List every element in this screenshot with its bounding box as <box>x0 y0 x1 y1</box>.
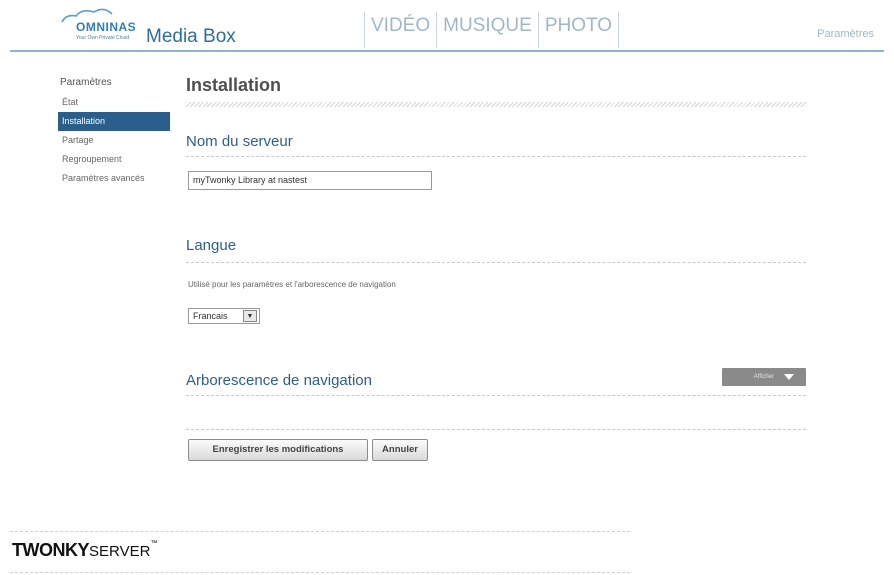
caret-down-icon <box>784 374 794 380</box>
brand-tagline: Your Own Private Cloud <box>76 35 130 41</box>
header-divider <box>10 50 884 52</box>
actions-divider <box>186 429 806 430</box>
server-name-input[interactable] <box>188 171 432 190</box>
main-content: Installation Nom du serveur Langue Utili… <box>186 73 806 461</box>
sidebar-item-grouping[interactable]: Regroupement <box>58 150 170 169</box>
footer-brand-bold: TWONKY <box>12 540 90 560</box>
language-select[interactable]: Francais ▼ <box>188 308 260 324</box>
trademark-mark: ™ <box>150 540 157 547</box>
sidebar-item-advanced[interactable]: Paramètres avancés <box>58 169 170 188</box>
chevron-down-icon[interactable]: ▼ <box>243 310 257 322</box>
sidebar-item-sharing[interactable]: Partage <box>58 131 170 150</box>
tab-photo[interactable]: PHOTO <box>539 12 620 48</box>
omninas-logo[interactable]: OMNINAS Your Own Private Cloud <box>56 8 140 48</box>
sidebar-item-status[interactable]: État <box>58 93 170 112</box>
footer-divider-top <box>10 531 630 532</box>
language-hint: Utilisé pour les paramètres et l'arbores… <box>188 280 396 289</box>
server-name-divider <box>186 156 806 157</box>
header: OMNINAS Your Own Private Cloud Media Box… <box>0 0 894 56</box>
main-nav: VIDÉO MUSIQUE PHOTO <box>364 12 620 48</box>
navigation-tree-dropdown-label: Afficher <box>753 374 774 380</box>
brand-name: OMNINAS <box>76 20 137 34</box>
language-heading: Langue <box>186 237 237 254</box>
page-title: Installation <box>186 75 282 95</box>
language-divider <box>186 262 806 263</box>
sidebar-item-installation[interactable]: Installation <box>58 112 170 131</box>
twonky-server-logo: TWONKYSERVER™ <box>12 540 157 561</box>
sidebar-title: Paramètres <box>60 77 112 88</box>
tab-music[interactable]: MUSIQUE <box>437 12 539 48</box>
cancel-button[interactable]: Annuler <box>372 439 428 461</box>
app-title: Media Box <box>146 26 236 47</box>
language-selected-value: Francais <box>193 311 228 321</box>
server-name-heading: Nom du serveur <box>186 133 293 150</box>
save-button[interactable]: Enregistrer les modifications <box>188 439 368 461</box>
footer-divider-bottom <box>10 572 630 573</box>
footer-brand-light: SERVER <box>89 543 151 560</box>
navigation-tree-heading: Arborescence de navigation <box>186 372 372 389</box>
tab-video[interactable]: VIDÉO <box>364 12 438 48</box>
navigation-tree-divider <box>186 395 806 396</box>
title-divider <box>186 102 806 107</box>
navigation-tree-dropdown[interactable]: Afficher <box>722 368 806 386</box>
settings-link[interactable]: Paramètres <box>817 28 874 40</box>
sidebar: Paramètres État Installation Partage Reg… <box>58 77 170 188</box>
